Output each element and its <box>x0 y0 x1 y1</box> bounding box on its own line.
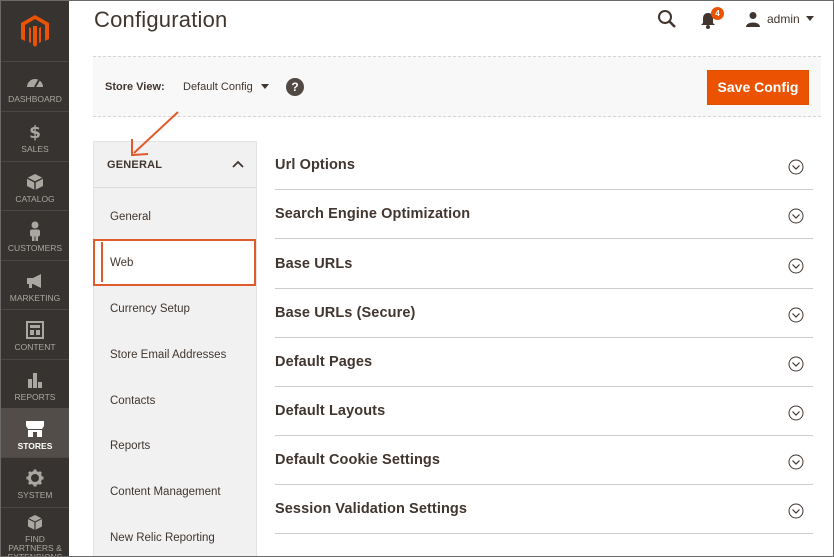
expand-icon <box>788 454 804 470</box>
menu-label: STORES <box>17 441 53 451</box>
menu-item-find-partners[interactable]: FIND PARTNERS & EXTENSIONS <box>1 507 69 557</box>
section-default-layouts[interactable]: Default Layouts <box>275 387 813 436</box>
menu-item-reports[interactable]: REPORTS <box>1 359 69 408</box>
section-title: Url Options <box>275 157 356 173</box>
section-title: Base URLs <box>275 256 353 272</box>
username: admin <box>767 12 800 26</box>
menu-label: FIND PARTNERS & EXTENSIONS <box>7 534 63 557</box>
tab-label: Reports <box>110 440 151 452</box>
expand-icon <box>788 405 804 421</box>
user-account-menu[interactable]: admin <box>745 9 814 29</box>
tab-label: Contacts <box>110 395 156 407</box>
caret-down-icon <box>260 84 269 89</box>
store-icon <box>25 419 45 439</box>
tab-contacts[interactable]: Contacts <box>94 378 256 424</box>
user-icon <box>746 12 760 27</box>
magento-logo-icon <box>21 15 49 47</box>
tab-content-management[interactable]: Content Management <box>94 469 256 515</box>
dollar-icon: $ <box>25 122 45 142</box>
section-base-urls-secure[interactable]: Base URLs (Secure) <box>275 289 813 338</box>
expand-icon <box>788 307 804 323</box>
tab-label: Currency Setup <box>110 303 190 315</box>
store-view-value: Default Config <box>183 81 253 93</box>
annotation-arrow-icon <box>131 111 179 157</box>
menu-label: REPORTS <box>14 392 56 402</box>
menu-label: MARKETING <box>9 293 61 303</box>
dashboard-icon <box>25 72 45 92</box>
menu-label: CUSTOMERS <box>7 243 63 253</box>
section-session-validation-settings[interactable]: Session Validation Settings <box>275 485 813 534</box>
chevron-up-icon <box>232 160 244 168</box>
section-default-cookie-settings[interactable]: Default Cookie Settings <box>275 436 813 485</box>
notifications-button[interactable]: 4 <box>700 7 726 31</box>
menu-item-content[interactable]: CONTENT <box>1 309 69 359</box>
page-title: Configuration <box>94 7 228 32</box>
menu-label: CATALOG <box>15 194 55 204</box>
store-view-switcher[interactable]: Default Config <box>183 81 269 93</box>
section-title: Search Engine Optimization <box>275 206 471 222</box>
admin-sidebar: DASHBOARD $ SALES CATALOG CUSTOMERS MARK… <box>1 1 69 557</box>
tab-new-relic-reporting[interactable]: New Relic Reporting <box>94 515 256 556</box>
section-title: Default Cookie Settings <box>275 452 441 468</box>
notification-count-badge: 4 <box>711 7 724 20</box>
tab-label: New Relic Reporting <box>110 532 215 544</box>
section-default-pages[interactable]: Default Pages <box>275 338 813 387</box>
section-title: Default Pages <box>275 354 373 370</box>
tab-store-email-addresses[interactable]: Store Email Addresses <box>94 332 256 378</box>
caret-down-icon <box>805 16 814 21</box>
expand-icon <box>788 208 804 224</box>
expand-icon <box>788 503 804 519</box>
tab-web[interactable]: Web <box>94 240 256 286</box>
box-icon <box>25 172 45 192</box>
tab-general[interactable]: General <box>94 194 256 240</box>
menu-label: SYSTEM <box>17 490 53 500</box>
layout-icon <box>25 320 45 340</box>
person-icon <box>25 221 45 241</box>
tab-label: Web <box>110 257 134 269</box>
help-icon[interactable]: ? <box>286 78 304 96</box>
active-tab-marker <box>101 242 103 282</box>
menu-label: SALES <box>21 144 49 154</box>
menu-item-customers[interactable]: CUSTOMERS <box>1 210 69 260</box>
menu-item-system[interactable]: SYSTEM <box>1 457 69 507</box>
search-icon <box>658 10 676 28</box>
cubes-icon <box>25 514 45 532</box>
global-search-button[interactable] <box>657 9 677 29</box>
section-search-engine-optimization[interactable]: Search Engine Optimization <box>275 190 813 239</box>
config-tabs: GENERAL General Web Currency Setup Store… <box>93 141 257 556</box>
tab-reports[interactable]: Reports <box>94 423 256 469</box>
section-url-options[interactable]: Url Options <box>275 141 813 190</box>
section-title: Base URLs (Secure) <box>275 305 416 321</box>
menu-item-sales[interactable]: $ SALES <box>1 111 69 161</box>
tab-label: General <box>110 211 151 223</box>
page: DASHBOARD $ SALES CATALOG CUSTOMERS MARK… <box>0 0 834 557</box>
save-config-button[interactable]: Save Config <box>707 70 809 105</box>
store-view-label: Store View: <box>105 81 165 93</box>
megaphone-icon <box>25 271 45 291</box>
expand-icon <box>788 356 804 372</box>
menu-item-stores[interactable]: STORES <box>1 408 69 457</box>
tab-label: Content Management <box>110 486 221 498</box>
tab-currency-setup[interactable]: Currency Setup <box>94 286 256 332</box>
menu-item-dashboard[interactable]: DASHBOARD <box>1 61 69 111</box>
tab-label: Store Email Addresses <box>110 349 227 361</box>
store-view-bar: Store View: Default Config ? Save Config <box>93 56 821 117</box>
bar-chart-icon <box>25 370 45 390</box>
menu-label: DASHBOARD <box>8 94 62 104</box>
section-base-urls[interactable]: Base URLs <box>275 240 813 289</box>
menu-label: CONTENT <box>14 342 56 352</box>
section-title: Session Validation Settings <box>275 501 468 517</box>
expand-icon <box>788 159 804 175</box>
menu-item-marketing[interactable]: MARKETING <box>1 260 69 309</box>
svg-text:$: $ <box>29 123 41 142</box>
magento-logo[interactable] <box>1 1 69 61</box>
menu-item-catalog[interactable]: CATALOG <box>1 161 69 210</box>
section-title: Default Layouts <box>275 403 386 419</box>
gear-icon <box>25 468 45 488</box>
expand-icon <box>788 258 804 274</box>
